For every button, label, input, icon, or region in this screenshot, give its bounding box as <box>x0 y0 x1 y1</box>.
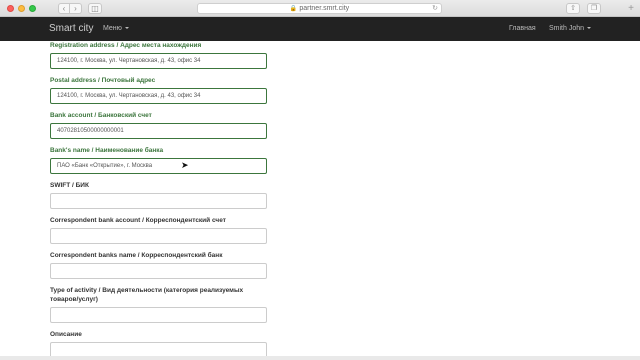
partner-form: Registration address / Адрес места нахож… <box>0 41 640 360</box>
address-bar[interactable]: 🔒 partner.smrt.city ↻ <box>197 3 442 14</box>
correspondent-account-input[interactable] <box>50 228 267 244</box>
back-button[interactable]: ‹ <box>58 3 70 14</box>
bank-name-label: Bank's name / Наименование банка <box>50 147 164 154</box>
new-tab-button[interactable]: + <box>628 3 634 14</box>
home-link[interactable]: Главная <box>509 25 536 32</box>
menu-label: Меню <box>103 25 122 32</box>
correspondent-bank-name-label: Correspondent banks name / Корреспондент… <box>50 252 223 259</box>
mouse-pointer-icon: ➤ <box>181 160 189 170</box>
registration-address-label: Registration address / Адрес места нахож… <box>50 42 202 49</box>
tabs-overview-button[interactable]: ❐ <box>587 3 601 14</box>
swift-input[interactable] <box>50 193 267 209</box>
correspondent-account-label: Correspondent bank account / Корреспонде… <box>50 217 226 224</box>
reload-icon[interactable]: ↻ <box>432 4 438 14</box>
maximize-window-button[interactable] <box>29 5 36 12</box>
screen: ‹ › ◫ 🔒 partner.smrt.city ↻ ⇧ ❐ + Smart c… <box>0 0 640 360</box>
bank-account-input[interactable]: 40702810500000000001 <box>50 123 267 139</box>
menu-dropdown[interactable]: Меню <box>103 25 129 32</box>
window-bottom-edge <box>0 356 640 360</box>
share-button[interactable]: ⇧ <box>566 3 580 14</box>
bank-account-label: Bank account / Банковский счет <box>50 112 152 119</box>
description-label: Описание <box>50 331 82 338</box>
correspondent-bank-name-input[interactable] <box>50 263 267 279</box>
sidebar-toggle-button[interactable]: ◫ <box>88 3 102 14</box>
lock-icon: 🔒 <box>289 6 298 12</box>
postal-address-label: Postal address / Почтовый адрес <box>50 77 156 84</box>
activity-type-input[interactable] <box>50 307 267 323</box>
close-window-button[interactable] <box>7 5 14 12</box>
tabs-icon: ❐ <box>590 5 598 12</box>
user-name: Smith John <box>549 25 585 32</box>
brand-link[interactable]: Smart city <box>49 23 93 34</box>
swift-label: SWIFT / БИК <box>50 182 89 189</box>
activity-type-label: Type of activity / Вид деятельности (кат… <box>50 287 244 303</box>
caret-down-icon <box>587 27 592 30</box>
chevron-right-icon: › <box>74 4 77 13</box>
sidebar-icon: ◫ <box>91 4 99 13</box>
forward-button[interactable]: › <box>70 3 82 14</box>
app-navbar: Smart city Меню Главная Smith John <box>0 17 640 41</box>
browser-toolbar: ‹ › ◫ 🔒 partner.smrt.city ↻ ⇧ ❐ + <box>0 0 640 17</box>
registration-address-input[interactable]: 124100, г. Москва, ул. Чертановская, д. … <box>50 53 267 69</box>
postal-address-input[interactable]: 124100, г. Москва, ул. Чертановская, д. … <box>50 88 267 104</box>
share-icon: ⇧ <box>570 5 576 12</box>
minimize-window-button[interactable] <box>18 5 25 12</box>
url-text: partner.smrt.city <box>299 5 350 12</box>
user-dropdown[interactable]: Smith John <box>549 25 592 32</box>
bank-name-input[interactable]: ПАО «Банк «Открытие», г. Москва <box>50 158 267 174</box>
caret-down-icon <box>124 27 129 30</box>
chevron-left-icon: ‹ <box>62 4 66 13</box>
